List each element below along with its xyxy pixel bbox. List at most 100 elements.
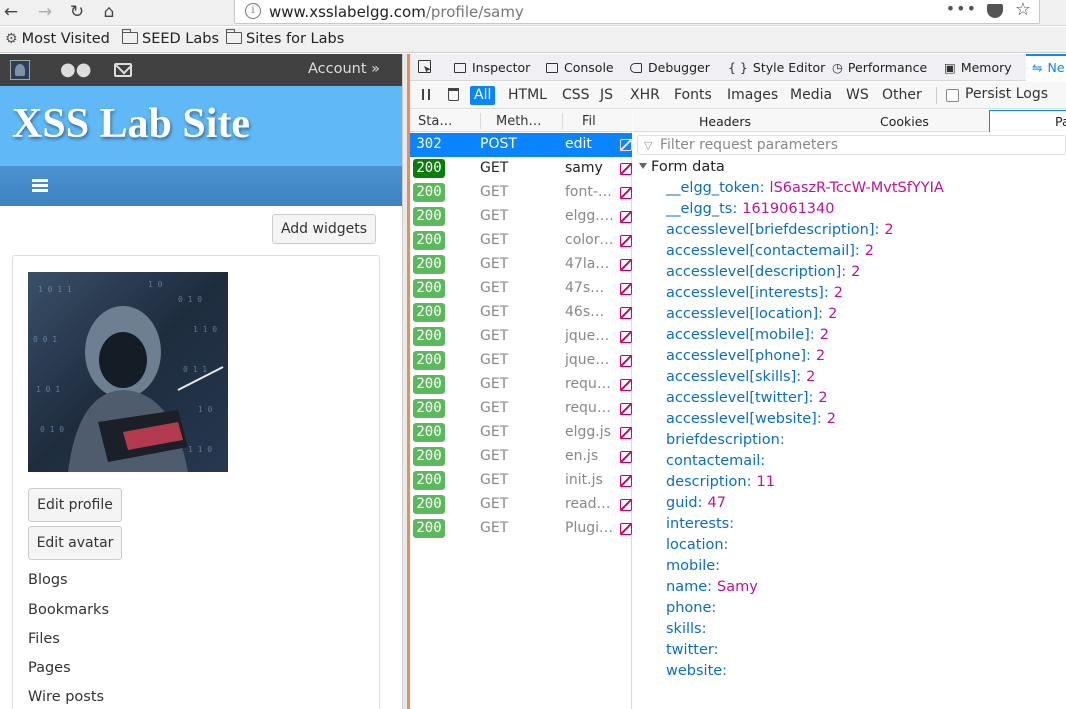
param-row[interactable]: description: 11 bbox=[666, 474, 775, 490]
devtools-splitter[interactable] bbox=[402, 54, 410, 709]
site-info-icon[interactable]: i bbox=[245, 3, 261, 19]
site-title[interactable]: XSS Lab Site bbox=[12, 100, 250, 148]
persist-logs-label[interactable]: Persist Logs bbox=[965, 86, 1048, 102]
param-row[interactable]: name: Samy bbox=[666, 579, 758, 595]
pocket-icon[interactable] bbox=[987, 4, 1003, 18]
form-data-section[interactable]: Form data bbox=[639, 159, 725, 175]
profile-avatar[interactable]: 1 0 1 1 0 1 0 1 1 0 0 0 1 0 1 1 1 0 1 1 0 0 … bbox=[28, 272, 228, 472]
request-row[interactable]: 200 GET jque… bbox=[410, 349, 632, 373]
param-row[interactable]: accesslevel[interests]: 2 bbox=[666, 285, 843, 301]
friends-icon[interactable]: ●● bbox=[60, 60, 91, 80]
param-row[interactable]: accesslevel[skills]: 2 bbox=[666, 369, 815, 385]
elgg-logo-icon[interactable] bbox=[10, 60, 30, 80]
back-icon[interactable]: ← bbox=[0, 1, 22, 23]
request-row[interactable]: 200 GET 47lar… bbox=[410, 253, 632, 277]
bookmark-star-icon[interactable]: ☆ bbox=[1015, 0, 1031, 20]
owner-link-pages[interactable]: Pages bbox=[28, 660, 71, 676]
param-row[interactable]: accesslevel[website]: 2 bbox=[666, 411, 836, 427]
filter-fonts[interactable]: Fonts bbox=[670, 86, 716, 105]
param-row[interactable]: guid: 47 bbox=[666, 495, 726, 511]
filter-media[interactable]: Media bbox=[786, 86, 836, 105]
tab-inspector[interactable]: Inspector bbox=[454, 60, 530, 75]
tab-cookies[interactable]: Cookies bbox=[880, 114, 929, 129]
pause-icon[interactable] bbox=[422, 89, 430, 100]
param-row[interactable]: accesslevel[description]: 2 bbox=[666, 264, 860, 280]
bookmark-most-visited[interactable]: ⚙ Most Visited bbox=[5, 31, 110, 47]
column-file[interactable]: Fil bbox=[582, 114, 596, 129]
param-row[interactable]: website: bbox=[666, 663, 732, 679]
params-filter-input[interactable] bbox=[660, 137, 1060, 153]
param-row[interactable]: twitter: bbox=[666, 642, 723, 658]
param-row[interactable]: location: bbox=[666, 537, 733, 553]
request-row[interactable]: 200 GET read… bbox=[410, 493, 632, 517]
request-row[interactable]: 200 GET Plugi… bbox=[410, 517, 632, 541]
request-row[interactable]: 200 GET color… bbox=[410, 229, 632, 253]
bookmark-sites-for-labs[interactable]: Sites for Labs bbox=[225, 29, 344, 47]
account-menu[interactable]: Account » bbox=[308, 61, 380, 77]
request-row[interactable]: 200 GET 47s… bbox=[410, 277, 632, 301]
filter-css[interactable]: CSS bbox=[558, 86, 594, 105]
param-row[interactable]: accesslevel[contactemail]: 2 bbox=[666, 243, 874, 259]
param-row[interactable]: accesslevel[mobile]: 2 bbox=[666, 327, 829, 343]
param-row[interactable]: __elgg_token: lS6aszR-TccW-MvtSfYYIA bbox=[666, 180, 944, 196]
add-widgets-button[interactable]: Add widgets bbox=[272, 214, 376, 244]
param-row[interactable]: __elgg_ts: 1619061340 bbox=[666, 201, 835, 217]
request-row[interactable]: 200 GET en.js bbox=[410, 445, 632, 469]
request-row[interactable]: 200 GET samy bbox=[410, 157, 632, 181]
tab-console[interactable]: Console bbox=[546, 60, 614, 75]
url-text[interactable]: www.xsslabelgg.com/profile/samy bbox=[269, 3, 524, 21]
column-divider[interactable] bbox=[562, 113, 563, 129]
filter-all[interactable]: All bbox=[470, 86, 496, 105]
param-row[interactable]: phone: bbox=[666, 600, 721, 616]
filter-html[interactable]: HTML bbox=[504, 86, 551, 105]
param-row[interactable]: mobile: bbox=[666, 558, 725, 574]
param-row[interactable]: interests: bbox=[666, 516, 739, 532]
request-row[interactable]: 200 GET requ… bbox=[410, 397, 632, 421]
url-bar[interactable]: i www.xsslabelgg.com/profile/samy ••• ☆ bbox=[234, 0, 1040, 24]
column-status[interactable]: Sta… bbox=[418, 114, 452, 129]
bookmark-seed-labs[interactable]: SEED Labs bbox=[121, 29, 219, 47]
request-row[interactable]: 200 GET 46s… bbox=[410, 301, 632, 325]
filter-other[interactable]: Other bbox=[878, 86, 926, 105]
mail-icon[interactable] bbox=[114, 63, 132, 77]
param-row[interactable]: contactemail: bbox=[666, 453, 770, 469]
param-row[interactable]: accesslevel[briefdescription]: 2 bbox=[666, 222, 894, 238]
owner-link-bookmarks[interactable]: Bookmarks bbox=[28, 602, 109, 618]
clear-trash-icon[interactable] bbox=[448, 88, 459, 101]
tab-style-editor[interactable]: { } Style Editor bbox=[728, 60, 825, 75]
home-icon[interactable]: ⌂ bbox=[98, 1, 120, 23]
params-filter[interactable]: ▽ bbox=[637, 135, 1066, 155]
page-actions-icon[interactable]: ••• bbox=[946, 0, 977, 18]
tab-params[interactable]: Pa bbox=[1055, 114, 1066, 129]
column-method[interactable]: Meth… bbox=[496, 114, 542, 129]
column-divider[interactable] bbox=[480, 113, 481, 129]
request-row[interactable]: 200 GET elgg.… bbox=[410, 205, 632, 229]
filter-js[interactable]: JS bbox=[596, 86, 617, 105]
owner-link-blogs[interactable]: Blogs bbox=[28, 572, 68, 588]
param-row[interactable]: accesslevel[location]: 2 bbox=[666, 306, 837, 322]
tab-memory[interactable]: ▣ Memory bbox=[944, 60, 1012, 75]
filter-ws[interactable]: WS bbox=[842, 86, 873, 105]
filter-images[interactable]: Images bbox=[723, 86, 782, 105]
tab-debugger[interactable]: Debugger bbox=[630, 60, 710, 75]
edit-profile-button[interactable]: Edit profile bbox=[28, 488, 122, 522]
request-row[interactable]: 200 GET elgg.js bbox=[410, 421, 632, 445]
reload-icon[interactable]: ↻ bbox=[66, 1, 88, 23]
param-row[interactable]: skills: bbox=[666, 621, 711, 637]
hamburger-menu-icon[interactable] bbox=[32, 179, 48, 192]
param-row[interactable]: accesslevel[phone]: 2 bbox=[666, 348, 825, 364]
edit-avatar-button[interactable]: Edit avatar bbox=[28, 526, 122, 560]
request-row[interactable]: 200 GET jque… bbox=[410, 325, 632, 349]
tab-network[interactable]: ⇋ Ne bbox=[1032, 60, 1065, 75]
tab-performance[interactable]: ◷ Performance bbox=[832, 60, 927, 75]
owner-link-wire-posts[interactable]: Wire posts bbox=[28, 689, 104, 705]
forward-icon[interactable]: → bbox=[34, 1, 56, 23]
tab-headers[interactable]: Headers bbox=[699, 114, 751, 129]
filter-xhr[interactable]: XHR bbox=[626, 86, 664, 105]
element-picker-icon[interactable] bbox=[418, 60, 431, 73]
request-row[interactable]: 200 GET font-… bbox=[410, 181, 632, 205]
request-row[interactable]: 302 POST edit bbox=[410, 133, 632, 157]
expand-triangle-icon[interactable] bbox=[639, 163, 647, 169]
request-row[interactable]: 200 GET requ… bbox=[410, 373, 632, 397]
request-row[interactable]: 200 GET init.js bbox=[410, 469, 632, 493]
